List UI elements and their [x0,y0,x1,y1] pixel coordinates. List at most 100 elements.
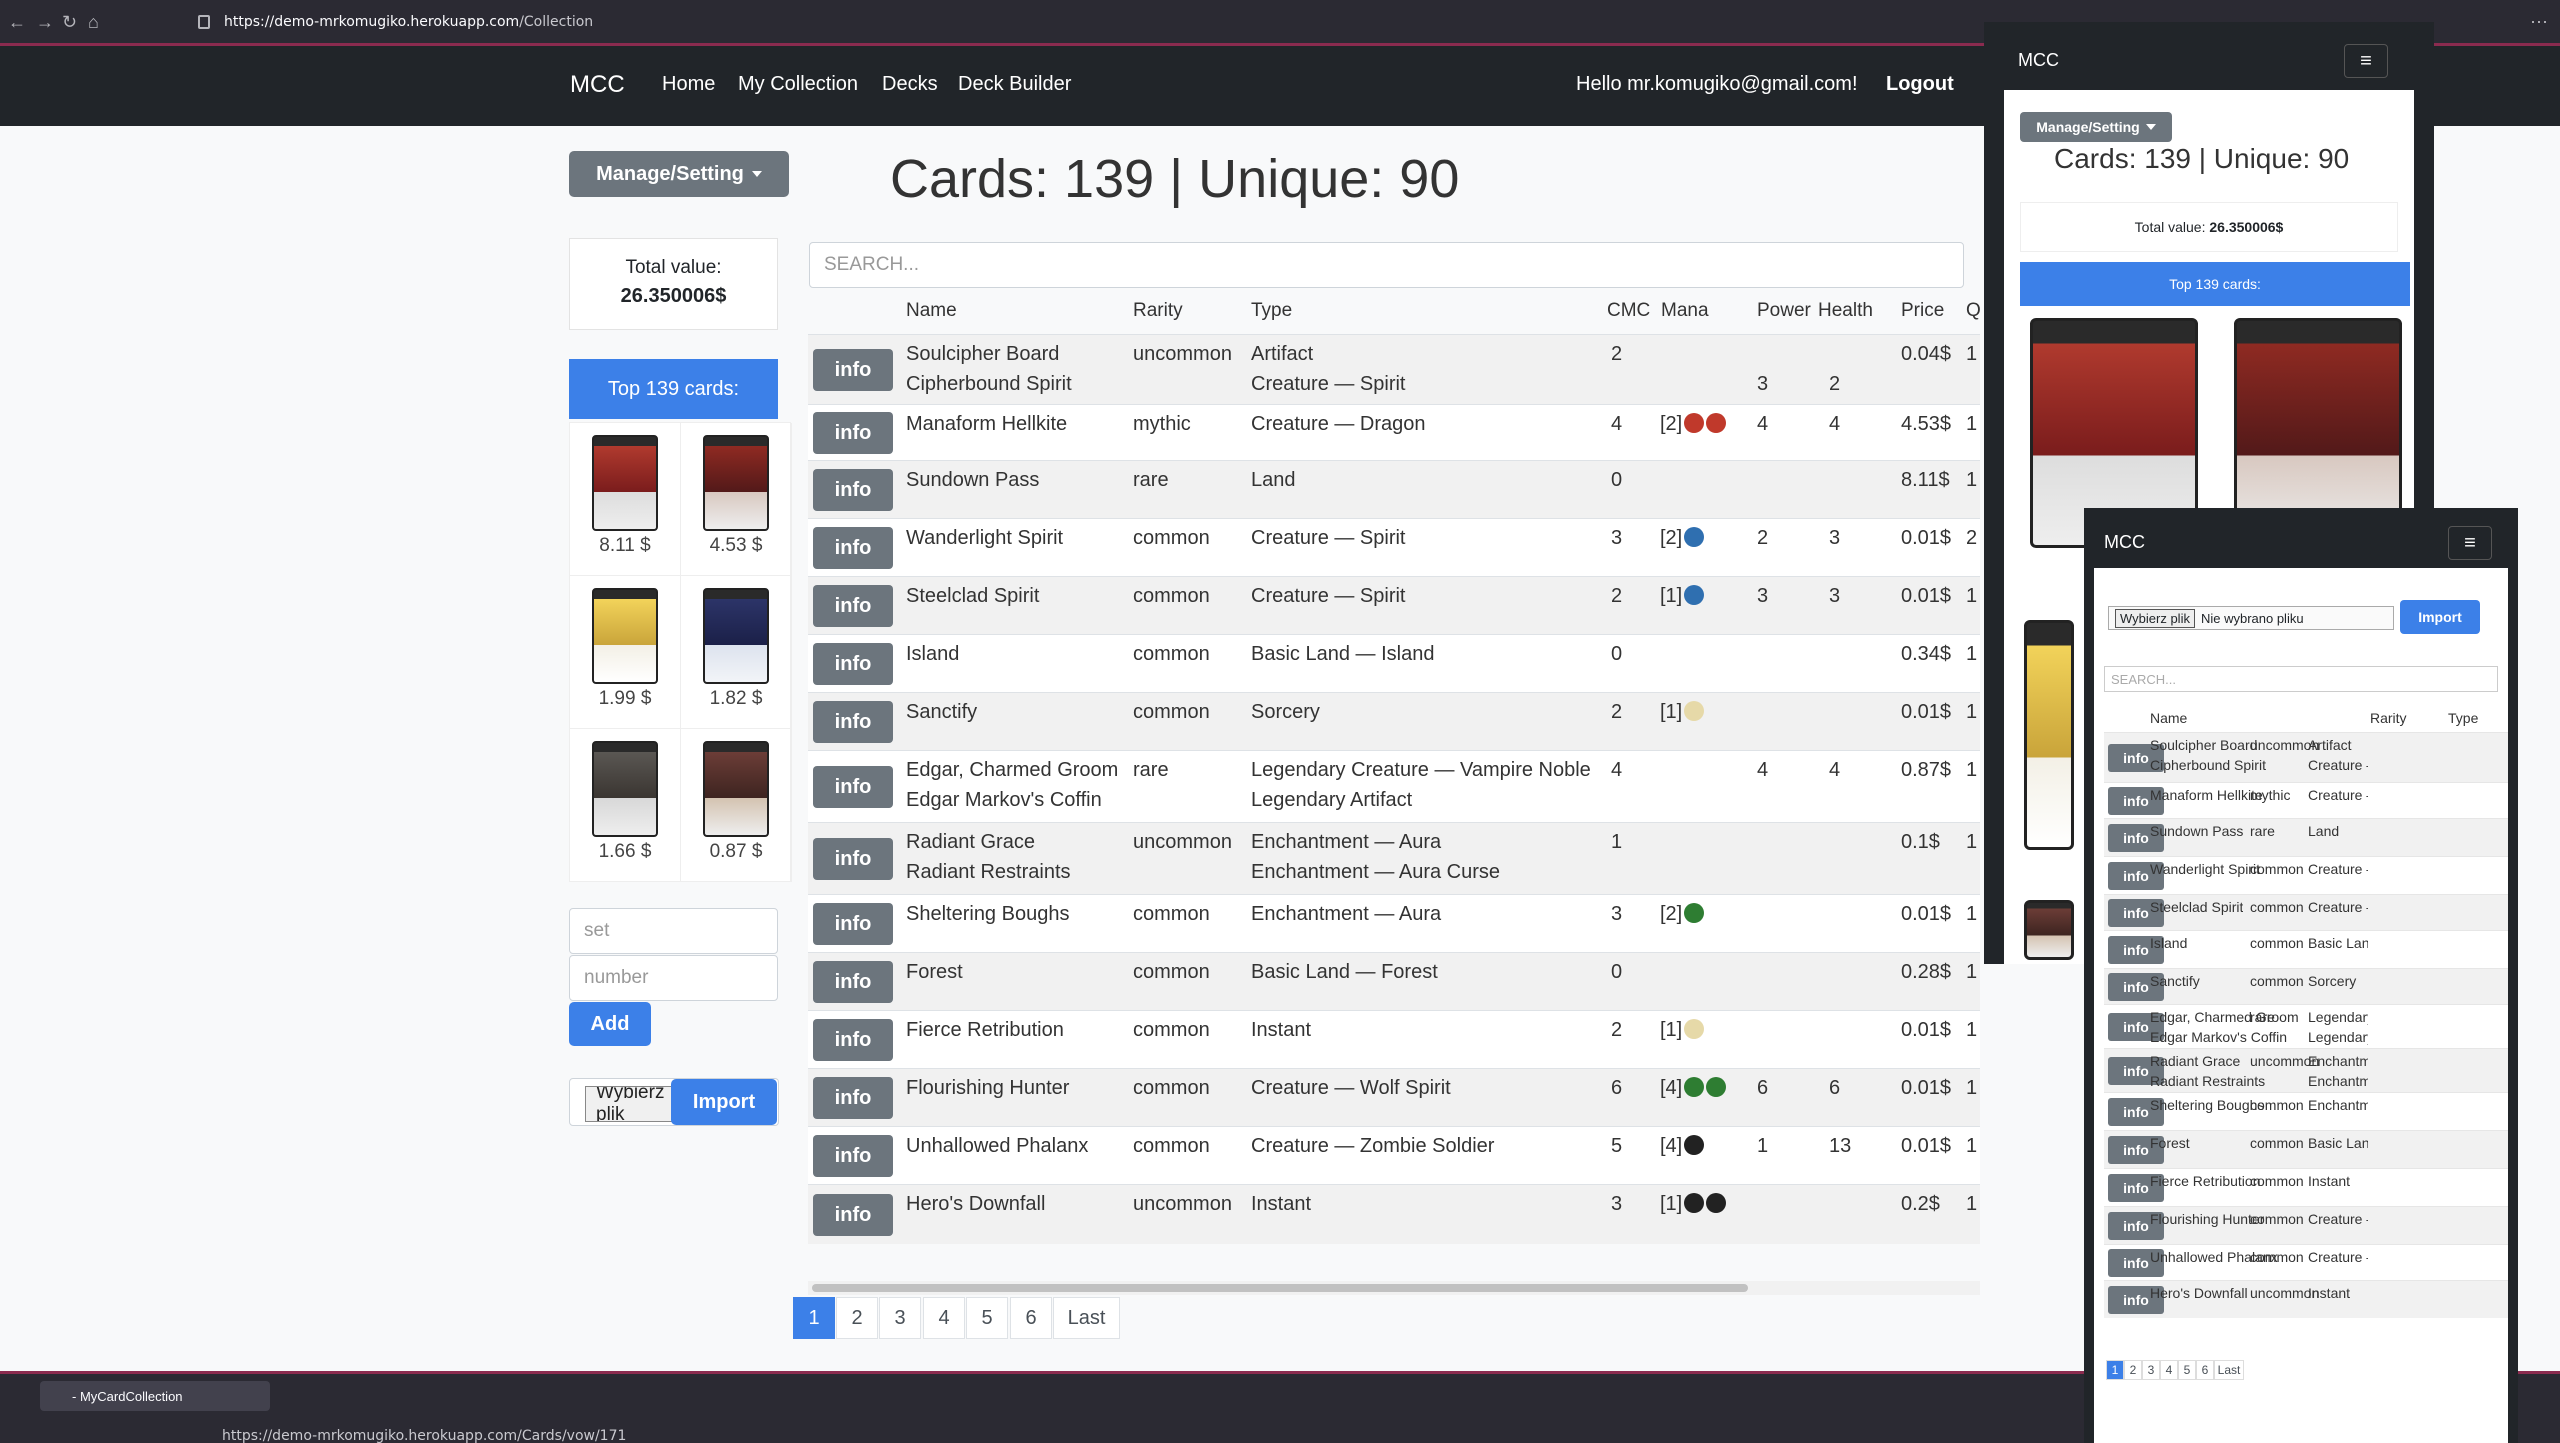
set-input[interactable]: set [569,908,778,954]
top-card-thumb[interactable]: 1.99 $ [570,576,681,729]
mobile2-page-link[interactable]: Last [2214,1360,2244,1380]
info-button[interactable]: info [813,838,893,880]
hamburger-icon[interactable]: ≡ [2344,44,2388,78]
mobile2-search-input[interactable]: SEARCH... [2104,666,2498,692]
number-input[interactable]: number [569,955,778,1001]
mobile2-column-header[interactable]: Rarity [2370,710,2407,726]
card-image[interactable] [592,588,658,684]
card-name: Sheltering Boughs [906,903,1070,925]
import-button[interactable]: Import [671,1079,777,1125]
card-quantity: 1 [1966,413,1978,435]
card-price: 0.87$ [1901,759,1952,781]
column-header[interactable]: Rarity [1133,300,1183,322]
mobile2-file-button[interactable]: Wybierz plik [2115,608,2195,628]
page-link[interactable]: 5 [966,1297,1008,1339]
column-header[interactable]: Power [1757,300,1811,322]
card-image[interactable] [703,741,769,837]
home-icon[interactable]: ⌂ [88,12,99,33]
info-button[interactable]: info [813,701,893,743]
info-button[interactable]: info [813,349,893,391]
card-type: Instant [1251,1193,1312,1215]
hamburger-icon[interactable]: ≡ [2448,526,2492,560]
mobile2-import-button[interactable]: Import [2400,600,2480,634]
card-type: Creature — Zombie Soldier [1251,1135,1495,1157]
mobile2-page-link[interactable]: 2 [2124,1360,2142,1380]
info-button[interactable]: info [813,1194,893,1236]
mobile2-column-header[interactable]: Name [2150,710,2187,726]
mobile1-card-image[interactable] [2024,900,2074,960]
top-card-thumb[interactable]: 4.53 $ [681,423,792,576]
brand-logo[interactable]: MCC [570,71,625,99]
info-button[interactable]: info [813,412,893,454]
second-address-bar[interactable]: https://demo-mrkomugiko.herokuapp.com/Ca… [222,1428,626,1443]
nav-deck-builder[interactable]: Deck Builder [958,73,1071,96]
card-type: Creature — Dragon [1251,413,1426,435]
page-link[interactable]: 6 [1010,1297,1052,1339]
info-button[interactable]: info [813,766,893,808]
search-input[interactable]: SEARCH... [809,242,1964,288]
browser-tab[interactable]: - MyCardCollection [40,1381,270,1411]
info-button[interactable]: info [813,1135,893,1177]
menu-icon[interactable]: ⋯ [2530,12,2548,33]
card-quantity: 1 [1966,961,1978,983]
mobile2-page-link[interactable]: 3 [2142,1360,2160,1380]
info-button[interactable]: info [813,1019,893,1061]
page-link[interactable]: 1 [793,1297,835,1339]
mobile2-page-link[interactable]: 1 [2106,1360,2124,1380]
mobile2-page-link[interactable]: 4 [2160,1360,2178,1380]
top-card-thumb[interactable]: 1.82 $ [681,576,792,729]
column-header[interactable]: Q [1966,300,1981,322]
card-health: 2 [1829,373,1841,395]
mobile1-brand[interactable]: MCC [2018,50,2059,71]
page-link[interactable]: 2 [836,1297,878,1339]
info-button[interactable]: info [813,961,893,1003]
page-link[interactable]: 3 [879,1297,921,1339]
top-card-thumb[interactable]: 8.11 $ [570,423,681,576]
column-header[interactable]: Price [1901,300,1944,322]
mobile2-column-header[interactable]: Type [2448,710,2478,726]
nav-home[interactable]: Home [662,73,715,96]
page-link[interactable]: 4 [923,1297,965,1339]
column-header[interactable]: CMC [1607,300,1650,322]
info-button[interactable]: info [813,527,893,569]
back-icon[interactable]: ← [8,12,26,33]
card-image[interactable] [703,435,769,531]
info-button[interactable]: info [813,643,893,685]
top-card-thumb[interactable]: 1.66 $ [570,729,681,882]
info-button[interactable]: info [813,903,893,945]
mobile2-page-link[interactable]: 5 [2178,1360,2196,1380]
reload-icon[interactable]: ↻ [62,12,77,33]
top-cards-button[interactable]: Top 139 cards: [569,359,778,419]
nav-my-collection[interactable]: My Collection [738,73,858,96]
card-quantity: 1 [1966,1077,1978,1099]
card-image[interactable] [592,435,658,531]
manage-settings-button[interactable]: Manage/Setting [569,151,789,197]
choose-file-button[interactable]: Wybierz plik [585,1086,673,1122]
column-header[interactable]: Type [1251,300,1292,322]
page-link[interactable]: Last [1053,1297,1120,1339]
column-header[interactable]: Name [906,300,957,322]
card-image[interactable] [592,741,658,837]
column-header[interactable]: Mana [1661,300,1709,322]
mobile2-file-input[interactable]: Wybierz plik Nie wybrano pliku [2108,606,2394,630]
card-health: 3 [1829,585,1841,607]
scrollbar-thumb[interactable] [812,1284,1748,1292]
info-button[interactable]: info [813,1077,893,1119]
address-bar[interactable]: https://demo-mrkomugiko.herokuapp.com/Co… [224,14,593,30]
logout-link[interactable]: Logout [1886,73,1954,96]
mobile1-manage-button[interactable]: Manage/Setting [2020,112,2172,142]
info-button[interactable]: info [813,469,893,511]
cards-count-heading: Cards: 139 | Unique: 90 [890,149,1460,209]
info-button[interactable]: info [813,585,893,627]
card-image[interactable] [703,588,769,684]
mobile1-top-button[interactable]: Top 139 cards: [2020,262,2410,306]
column-header[interactable]: Health [1818,300,1873,322]
mobile1-card-image[interactable] [2024,620,2074,850]
add-card-button[interactable]: Add [569,1002,651,1046]
card-rarity: uncommon [1133,831,1232,853]
mobile2-brand[interactable]: MCC [2104,532,2145,553]
nav-decks[interactable]: Decks [882,73,938,96]
mobile2-page-link[interactable]: 6 [2196,1360,2214,1380]
forward-icon[interactable]: → [36,12,54,33]
top-card-thumb[interactable]: 0.87 $ [681,729,792,882]
